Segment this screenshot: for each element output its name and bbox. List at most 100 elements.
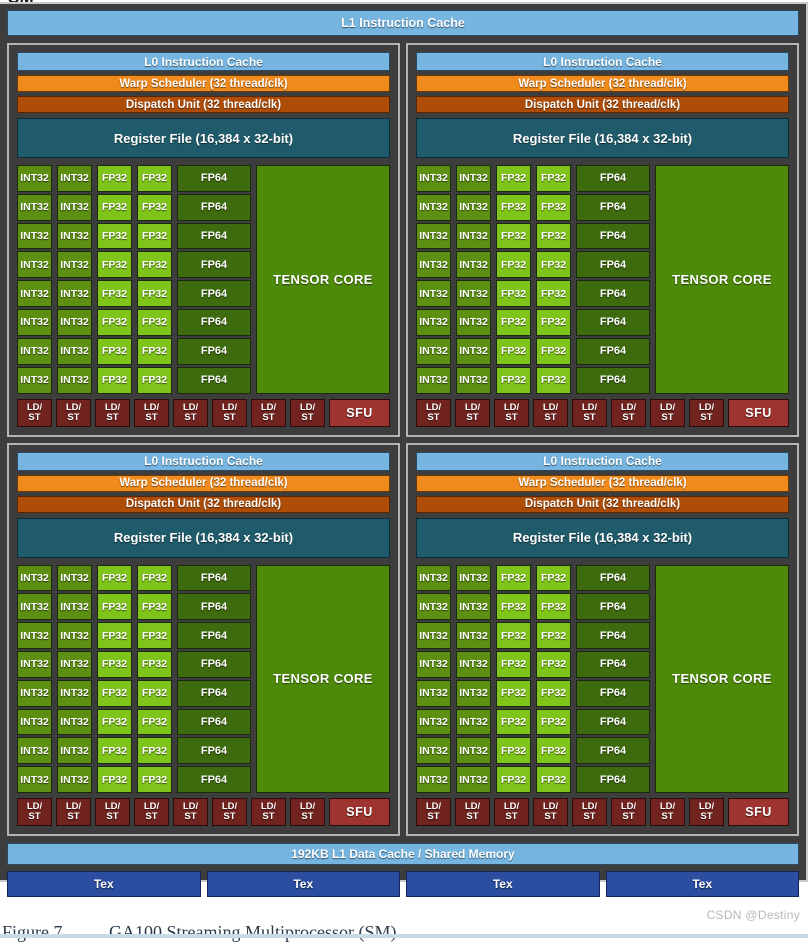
ldst-label-bottom: ST bbox=[622, 411, 635, 423]
ldst-label-top: LD/ bbox=[260, 401, 277, 413]
fp32-core: FP32 bbox=[137, 251, 172, 279]
ldst-label-bottom: ST bbox=[427, 811, 440, 822]
ldst-sfu-row: LD/ST LD/ST LD/ST LD/ST LD/ST LD/ST LD/ST LD/ST… bbox=[416, 798, 789, 826]
fp64-core: FP64 bbox=[177, 337, 251, 365]
fp32-core: FP32 bbox=[97, 309, 132, 336]
warp-scheduler-block: Warp Scheduler (32 thread/clk) bbox=[416, 474, 789, 492]
ldst-label-bottom: ST bbox=[223, 411, 236, 423]
figure-number: Figure 7. bbox=[2, 922, 67, 942]
int32-core: INT32 bbox=[416, 564, 451, 592]
fp32-core: FP32 bbox=[496, 366, 531, 394]
processing-block-1: L0 Instruction Cache Warp Scheduler (32 t… bbox=[7, 43, 400, 437]
int32-core: INT32 bbox=[17, 766, 52, 793]
int32-column: INT32 INT32 INT32 INT32 INT32 INT32 INT32 INT32 bbox=[456, 165, 491, 394]
int32-core: INT32 bbox=[57, 593, 92, 621]
register-file-block: Register File (16,384 x 32-bit) bbox=[416, 517, 789, 558]
fp64-core: FP64 bbox=[177, 622, 251, 649]
fp32-core: FP32 bbox=[536, 679, 571, 707]
ldst-unit: LD/ST bbox=[251, 398, 286, 427]
l0-instruction-cache-block: L0 Instruction Cache bbox=[416, 52, 789, 71]
fp32-core: FP32 bbox=[496, 650, 531, 678]
tensor-core-block: TENSOR CORE bbox=[256, 564, 390, 793]
fp32-core: FP32 bbox=[536, 366, 571, 394]
fp32-core: FP32 bbox=[97, 766, 132, 793]
sfu-unit: SFU bbox=[728, 798, 789, 826]
ldst-label-bottom: ST bbox=[67, 811, 80, 822]
int32-core: INT32 bbox=[456, 165, 491, 192]
ldst-unit: LD/ST bbox=[650, 798, 685, 826]
ldst-label-bottom: ST bbox=[262, 411, 275, 423]
int32-column: INT32 INT32 INT32 INT32 INT32 INT32 INT32 INT32 bbox=[416, 165, 451, 394]
int32-core: INT32 bbox=[57, 679, 92, 707]
fp32-column: FP32 FP32 FP32 FP32 FP32 FP32 FP32 FP32 bbox=[97, 165, 132, 394]
tex-unit: Tex bbox=[206, 871, 400, 897]
fp32-column: FP32 FP32 FP32 FP32 FP32 FP32 FP32 FP32 bbox=[496, 165, 531, 394]
fp64-core: FP64 bbox=[576, 337, 650, 365]
fp32-core: FP32 bbox=[137, 280, 172, 308]
ldst-label-top: LD/ bbox=[143, 401, 160, 413]
int32-core: INT32 bbox=[57, 766, 92, 793]
int32-core: INT32 bbox=[456, 280, 491, 308]
ldst-unit: LD/ST bbox=[290, 798, 325, 826]
ldst-unit: LD/ST bbox=[455, 798, 490, 826]
ldst-unit: LD/ST bbox=[95, 398, 130, 427]
int32-core: INT32 bbox=[416, 366, 451, 394]
int32-core: INT32 bbox=[17, 679, 52, 707]
ldst-unit: LD/ST bbox=[689, 398, 724, 427]
ldst-label-bottom: ST bbox=[505, 811, 518, 822]
fp32-core: FP32 bbox=[496, 193, 531, 221]
fp64-column: FP64 FP64 FP64 FP64 FP64 FP64 FP64 FP64 bbox=[576, 165, 650, 394]
int32-core: INT32 bbox=[17, 251, 52, 279]
fp32-column: FP32 FP32 FP32 FP32 FP32 FP32 FP32 FP32 bbox=[97, 564, 132, 793]
ldst-label-top: LD/ bbox=[503, 401, 520, 413]
ldst-label-bottom: ST bbox=[700, 411, 713, 423]
tex-unit: Tex bbox=[406, 871, 600, 897]
ldst-unit: LD/ST bbox=[56, 398, 91, 427]
ldst-label-top: LD/ bbox=[425, 401, 442, 413]
fp32-core: FP32 bbox=[97, 366, 132, 394]
tex-unit: Tex bbox=[605, 871, 799, 897]
bottom-strip bbox=[0, 934, 808, 938]
fp32-column: FP32 FP32 FP32 FP32 FP32 FP32 FP32 FP32 bbox=[137, 564, 172, 793]
int32-core: INT32 bbox=[456, 222, 491, 250]
fp32-core: FP32 bbox=[496, 593, 531, 621]
dispatch-unit-block: Dispatch Unit (32 thread/clk) bbox=[416, 96, 789, 113]
fp64-core: FP64 bbox=[576, 650, 650, 678]
fp64-core: FP64 bbox=[576, 679, 650, 707]
fp32-core: FP32 bbox=[536, 708, 571, 736]
ldst-label-bottom: ST bbox=[145, 811, 158, 822]
fp64-core: FP64 bbox=[177, 737, 251, 765]
fp32-core: FP32 bbox=[137, 679, 172, 707]
ldst-unit: LD/ST bbox=[134, 398, 169, 427]
fp32-core: FP32 bbox=[97, 708, 132, 736]
fp64-core: FP64 bbox=[177, 309, 251, 336]
fp32-core: FP32 bbox=[137, 708, 172, 736]
fp32-core: FP32 bbox=[536, 309, 571, 336]
fp32-core: FP32 bbox=[496, 679, 531, 707]
int32-core: INT32 bbox=[416, 593, 451, 621]
dispatch-unit-block: Dispatch Unit (32 thread/clk) bbox=[17, 96, 390, 113]
figure-caption: Figure 7. GA100 Streaming Multiprocessor … bbox=[2, 922, 396, 943]
fp64-core: FP64 bbox=[177, 650, 251, 678]
ldst-label-bottom: ST bbox=[583, 811, 596, 822]
fp64-core: FP64 bbox=[177, 593, 251, 621]
fp32-core: FP32 bbox=[496, 280, 531, 308]
fp32-core: FP32 bbox=[97, 280, 132, 308]
fp32-core: FP32 bbox=[496, 564, 531, 592]
int32-core: INT32 bbox=[456, 366, 491, 394]
int32-core: INT32 bbox=[456, 593, 491, 621]
ldst-label-top: LD/ bbox=[464, 401, 481, 413]
ldst-label-bottom: ST bbox=[466, 411, 479, 423]
fp32-core: FP32 bbox=[496, 737, 531, 765]
ldst-label-bottom: ST bbox=[661, 811, 674, 822]
fp32-core: FP32 bbox=[496, 222, 531, 250]
core-array: INT32 INT32 INT32 INT32 INT32 INT32 INT32 INT32… bbox=[416, 564, 789, 793]
ldst-label-bottom: ST bbox=[106, 811, 119, 822]
int32-core: INT32 bbox=[57, 708, 92, 736]
fp32-core: FP32 bbox=[137, 650, 172, 678]
fp64-core: FP64 bbox=[576, 222, 650, 250]
fp32-core: FP32 bbox=[97, 622, 132, 649]
ldst-label-bottom: ST bbox=[184, 411, 197, 423]
ldst-unit: LD/ST bbox=[572, 398, 607, 427]
fp32-core: FP32 bbox=[536, 193, 571, 221]
